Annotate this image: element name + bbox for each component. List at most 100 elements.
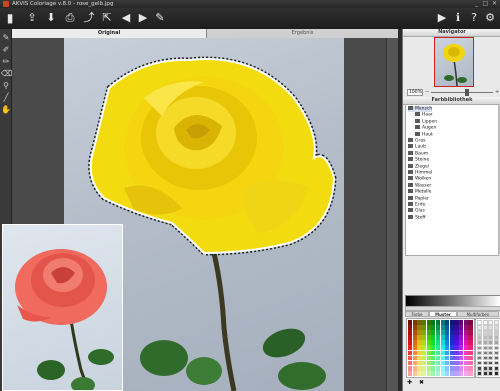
grey-swatch[interactable]: [488, 345, 493, 351]
color-swatch[interactable]: [449, 350, 455, 356]
color-swatch[interactable]: [417, 320, 422, 325]
grey-swatch[interactable]: [493, 360, 499, 366]
grey-swatch[interactable]: [482, 355, 488, 361]
color-dropper-icon[interactable]: ⚲: [1, 81, 11, 91]
color-swatch[interactable]: [449, 355, 455, 361]
grey-swatch[interactable]: [477, 340, 482, 346]
color-swatch[interactable]: [454, 370, 459, 376]
library-item[interactable]: Lippen: [415, 118, 437, 125]
export-icon[interactable]: ⤴: [82, 11, 96, 25]
result-preview[interactable]: [2, 224, 123, 391]
color-swatch[interactable]: [412, 365, 417, 371]
color-swatch[interactable]: [421, 370, 427, 376]
color-swatch[interactable]: [445, 340, 450, 346]
grey-swatch[interactable]: [477, 371, 482, 376]
color-swatch[interactable]: [408, 350, 413, 356]
magic-pencil-icon[interactable]: ✐: [1, 45, 11, 55]
color-swatch[interactable]: [459, 330, 464, 335]
grey-swatch[interactable]: [488, 335, 493, 340]
brush-icon[interactable]: ╱: [1, 93, 11, 103]
color-swatch[interactable]: [408, 325, 413, 330]
settings-icon[interactable]: ✎: [153, 11, 167, 25]
color-swatch[interactable]: [421, 365, 427, 371]
color-swatch[interactable]: [463, 355, 468, 361]
undo-icon[interactable]: ◀: [119, 11, 133, 25]
color-swatch[interactable]: [468, 355, 473, 361]
color-swatch[interactable]: [435, 340, 441, 346]
grey-swatch[interactable]: [488, 365, 493, 371]
color-swatch[interactable]: [431, 355, 436, 361]
grey-swatch[interactable]: [477, 350, 482, 356]
color-swatch[interactable]: [426, 350, 431, 356]
color-swatch[interactable]: [445, 355, 450, 361]
color-swatch[interactable]: [435, 335, 441, 340]
color-swatch[interactable]: [449, 320, 455, 325]
color-swatch[interactable]: [417, 365, 422, 371]
color-swatch[interactable]: [421, 330, 427, 335]
color-swatch[interactable]: [440, 340, 445, 346]
color-swatch[interactable]: [440, 345, 445, 351]
color-swatch[interactable]: [412, 350, 417, 356]
color-swatch[interactable]: [412, 355, 417, 361]
color-swatch[interactable]: [417, 350, 422, 356]
color-swatch[interactable]: [408, 340, 413, 346]
color-swatch-grid[interactable]: [406, 318, 475, 378]
color-swatch[interactable]: [454, 335, 459, 340]
color-swatch[interactable]: [445, 365, 450, 371]
grey-swatch[interactable]: [482, 335, 488, 340]
grey-swatch[interactable]: [493, 320, 499, 325]
color-swatch[interactable]: [408, 360, 413, 366]
zoom-in-icon[interactable]: +: [495, 89, 499, 95]
color-swatch[interactable]: [468, 320, 473, 325]
color-swatch[interactable]: [454, 350, 459, 356]
grey-swatch[interactable]: [477, 355, 482, 361]
color-swatch[interactable]: [454, 360, 459, 366]
color-swatch[interactable]: [421, 340, 427, 346]
library-item[interactable]: Steine: [408, 157, 429, 163]
color-swatch[interactable]: [417, 360, 422, 366]
grey-swatch[interactable]: [488, 371, 493, 376]
color-swatch[interactable]: [463, 360, 468, 366]
color-swatch[interactable]: [431, 340, 436, 346]
color-swatch[interactable]: [417, 330, 422, 335]
color-swatch[interactable]: [459, 370, 464, 376]
color-swatch[interactable]: [426, 325, 431, 330]
color-swatch[interactable]: [440, 330, 445, 335]
grey-swatch[interactable]: [482, 350, 488, 356]
color-swatch[interactable]: [463, 370, 468, 376]
color-swatch[interactable]: [449, 340, 455, 346]
color-swatch[interactable]: [435, 370, 441, 376]
color-swatch[interactable]: [412, 325, 417, 330]
color-swatch[interactable]: [417, 325, 422, 330]
library-item[interactable]: Baum: [408, 150, 428, 157]
color-swatch[interactable]: [463, 365, 468, 371]
open-icon[interactable]: ⇪: [25, 11, 39, 25]
color-swatch[interactable]: [459, 320, 464, 325]
color-swatch[interactable]: [459, 345, 464, 351]
color-swatch[interactable]: [440, 335, 445, 340]
eraser-icon[interactable]: ⌫: [1, 69, 12, 79]
color-swatch[interactable]: [412, 345, 417, 351]
maximize-button[interactable]: □: [482, 1, 489, 7]
library-item[interactable]: Haar: [415, 112, 433, 118]
color-swatch[interactable]: [431, 365, 436, 371]
color-swatch[interactable]: [445, 360, 450, 366]
color-swatch[interactable]: [449, 325, 455, 330]
color-swatch[interactable]: [421, 350, 427, 356]
color-swatch[interactable]: [468, 340, 473, 346]
color-swatch[interactable]: [445, 350, 450, 356]
color-swatch[interactable]: [445, 320, 450, 325]
color-swatch[interactable]: [463, 345, 468, 351]
color-swatch[interactable]: [449, 335, 455, 340]
tab-pattern[interactable]: Muster: [429, 311, 457, 317]
color-swatch[interactable]: [408, 330, 413, 335]
color-swatch[interactable]: [421, 355, 427, 361]
grey-swatch[interactable]: [477, 330, 482, 335]
grey-swatch[interactable]: [488, 360, 493, 366]
color-swatch[interactable]: [421, 360, 427, 366]
color-swatch[interactable]: [445, 335, 450, 340]
library-item[interactable]: Wasser: [408, 182, 431, 189]
help-icon[interactable]: ?: [467, 11, 481, 25]
delete-color-icon[interactable]: ✖: [419, 379, 424, 386]
color-swatch[interactable]: [412, 335, 417, 340]
